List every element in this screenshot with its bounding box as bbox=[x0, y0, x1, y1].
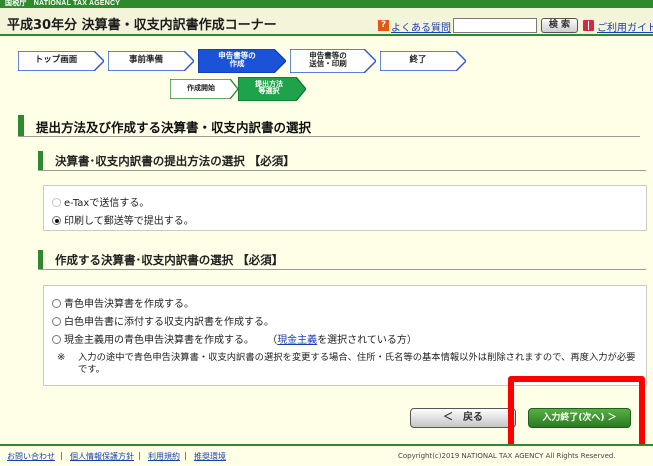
footer: お問い合わせ | 個人情報保護方針 | 利用規約 | 推奨環境 Copyrigh… bbox=[0, 444, 653, 466]
section-title: 提出方法及び作成する決算書・収支内訳書の選択 bbox=[36, 120, 312, 135]
footer-separator: | bbox=[184, 451, 187, 460]
submission-marker bbox=[38, 151, 43, 170]
faq-link[interactable]: よくある質問 bbox=[391, 19, 451, 34]
radio-blue-return[interactable] bbox=[52, 299, 61, 308]
option-cash-basis[interactable]: 現金主義用の青色申告決算書を作成する。 （現金主義を選択されている方） bbox=[52, 331, 417, 346]
step-create-label: 申告書等の 作成 bbox=[218, 51, 256, 68]
radio-white-statement[interactable] bbox=[52, 317, 61, 326]
footer-link-contact[interactable]: お問い合わせ bbox=[7, 451, 55, 462]
substep-method-label: 提出方法 等選択 bbox=[255, 80, 283, 96]
radio-cash-basis[interactable] bbox=[52, 335, 61, 344]
step-preparation-label: 事前準備 bbox=[128, 55, 163, 65]
step-top-label: トップ画面 bbox=[34, 55, 78, 65]
option-etax-label: e-Taxで送信する。 bbox=[64, 198, 150, 209]
submission-title: 決算書･収支内訳書の提出方法の選択 【必須】 bbox=[55, 154, 295, 168]
submission-panel: e-Taxで送信する。 印刷して郵送等で提出する。 bbox=[43, 185, 647, 231]
note-text: 入力の途中で青色申告決算書・収支内訳書の選択を変更する場合、住所・氏名等の基本情… bbox=[78, 352, 636, 375]
step-send-print-label: 申告書等の 送信・印刷 bbox=[309, 51, 347, 68]
creation-title: 作成する決算書･収支内訳書の選択 【必須】 bbox=[55, 253, 284, 267]
substep-start: 作成開始 bbox=[170, 79, 238, 99]
option-print-mail[interactable]: 印刷して郵送等で提出する。 bbox=[52, 212, 194, 227]
radio-print-mail[interactable] bbox=[52, 216, 61, 225]
option-cash-basis-label: 現金主義用の青色申告決算書を作成する。 bbox=[64, 335, 254, 346]
search-input[interactable] bbox=[453, 18, 537, 33]
creation-panel: 青色申告決算書を作成する。 白色申告書に添付する収支内訳書を作成する。 現金主義… bbox=[43, 285, 647, 386]
step-create-current: 申告書等の 作成 bbox=[198, 49, 286, 73]
footer-link-environment[interactable]: 推奨環境 bbox=[194, 451, 226, 462]
option-white-statement-label: 白色申告書に添付する収支内訳書を作成する。 bbox=[64, 317, 274, 328]
radio-etax[interactable] bbox=[52, 198, 61, 207]
question-icon[interactable]: ? bbox=[378, 20, 389, 31]
footer-separator: | bbox=[138, 451, 141, 460]
cash-basis-prefix: （ bbox=[267, 335, 278, 346]
app-title: 平成30年分 決算書・収支内訳書作成コーナー bbox=[7, 18, 277, 33]
step-preparation: 事前準備 bbox=[108, 51, 194, 71]
option-blue-return-label: 青色申告決算書を作成する。 bbox=[64, 299, 194, 310]
book-icon[interactable] bbox=[583, 20, 594, 31]
step-send-print: 申告書等の 送信・印刷 bbox=[290, 49, 376, 73]
footer-separator: | bbox=[60, 451, 63, 460]
substep-start-label: 作成開始 bbox=[187, 84, 215, 92]
back-button[interactable]: ＜ 戻る bbox=[410, 408, 516, 428]
section-marker bbox=[18, 115, 24, 136]
submission-heading: 決算書･収支内訳書の提出方法の選択 【必須】 bbox=[38, 151, 646, 171]
step-finish: 終了 bbox=[380, 51, 466, 71]
creation-marker bbox=[38, 250, 43, 269]
substep-method-current: 提出方法 等選択 bbox=[238, 77, 306, 101]
option-blue-return[interactable]: 青色申告決算書を作成する。 bbox=[52, 295, 194, 310]
title-bar: 平成30年分 決算書・収支内訳書作成コーナー ? よくある質問 検 索 ご利用ガ… bbox=[0, 8, 653, 36]
guide-link[interactable]: ご利用ガイド bbox=[597, 19, 653, 34]
option-print-mail-label: 印刷して郵送等で提出する。 bbox=[64, 216, 194, 227]
section-heading: 提出方法及び作成する決算書・収支内訳書の選択 bbox=[18, 115, 640, 137]
cash-basis-suffix: を選択されている方） bbox=[317, 335, 417, 346]
copyright: Copyright(c)2019 NATIONAL TAX AGENCY All… bbox=[398, 452, 616, 460]
agency-bar: 国税庁 NATIONAL TAX AGENCY bbox=[0, 0, 653, 8]
cash-basis-link[interactable]: 現金主義 bbox=[277, 335, 317, 346]
footer-link-terms[interactable]: 利用規約 bbox=[148, 451, 180, 462]
search-button[interactable]: 検 索 bbox=[541, 18, 578, 33]
note-mark: ※ bbox=[57, 352, 66, 363]
step-finish-label: 終了 bbox=[409, 55, 427, 65]
footer-link-privacy[interactable]: 個人情報保護方針 bbox=[70, 451, 134, 462]
creation-heading: 作成する決算書･収支内訳書の選択 【必須】 bbox=[38, 250, 646, 270]
step-top: トップ画面 bbox=[18, 51, 104, 71]
option-white-statement[interactable]: 白色申告書に添付する収支内訳書を作成する。 bbox=[52, 313, 274, 328]
option-etax[interactable]: e-Taxで送信する。 bbox=[52, 194, 149, 209]
